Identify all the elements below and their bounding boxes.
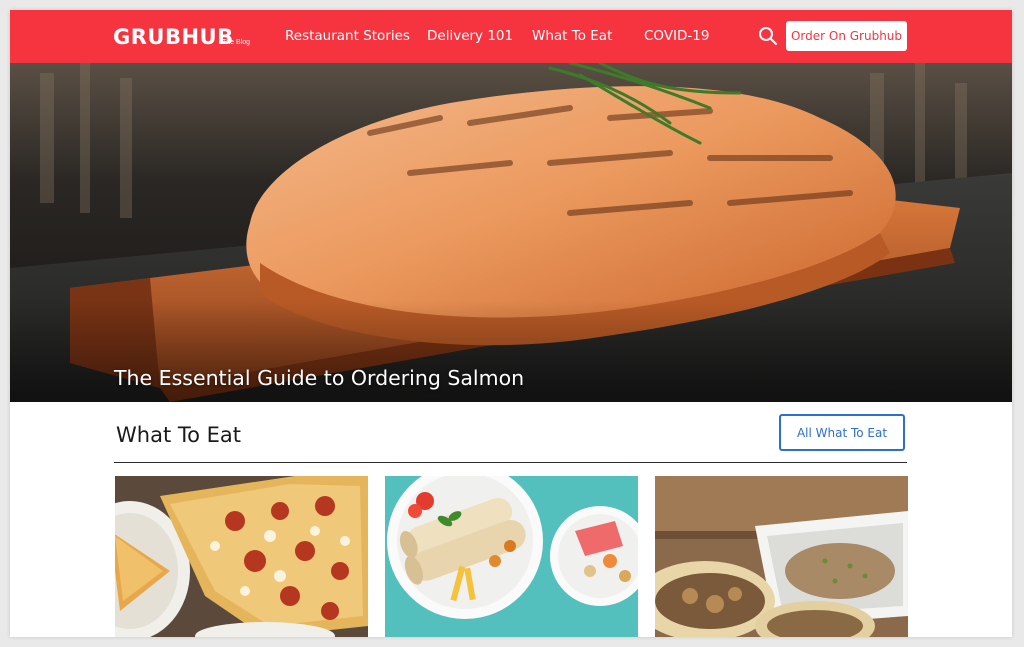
hero-banner[interactable]: The Essential Guide to Ordering Salmon [10, 63, 1012, 402]
search-icon[interactable] [758, 26, 778, 46]
order-on-grubhub-button[interactable]: Order On Grubhub [786, 21, 907, 51]
wraps-image [385, 476, 638, 637]
nav-link-what-to-eat[interactable]: What To Eat [532, 28, 612, 44]
hero-title[interactable]: The Essential Guide to Ordering Salmon [114, 366, 524, 390]
section-title: What To Eat [116, 423, 242, 447]
tacos-image [655, 476, 908, 637]
article-card-pizza[interactable] [115, 476, 368, 637]
grubhub-logo[interactable]: GRUBHUB [113, 25, 234, 49]
nav-link-delivery-101[interactable]: Delivery 101 [427, 28, 513, 44]
browser-page: GRUBHUB The Blog Restaurant Stories Deli… [10, 10, 1012, 637]
pizza-image [115, 476, 368, 637]
nav-link-restaurant-stories[interactable]: Restaurant Stories [285, 28, 410, 44]
article-card-wraps[interactable] [385, 476, 638, 637]
hero-salmon-image [10, 63, 1012, 402]
all-what-to-eat-button[interactable]: All What To Eat [779, 414, 905, 451]
section-divider [114, 462, 907, 463]
nav-link-covid-19[interactable]: COVID-19 [644, 28, 709, 44]
top-nav: GRUBHUB The Blog Restaurant Stories Deli… [10, 10, 1012, 63]
article-card-tacos[interactable] [655, 476, 908, 637]
logo-subtitle: The Blog [222, 39, 251, 46]
